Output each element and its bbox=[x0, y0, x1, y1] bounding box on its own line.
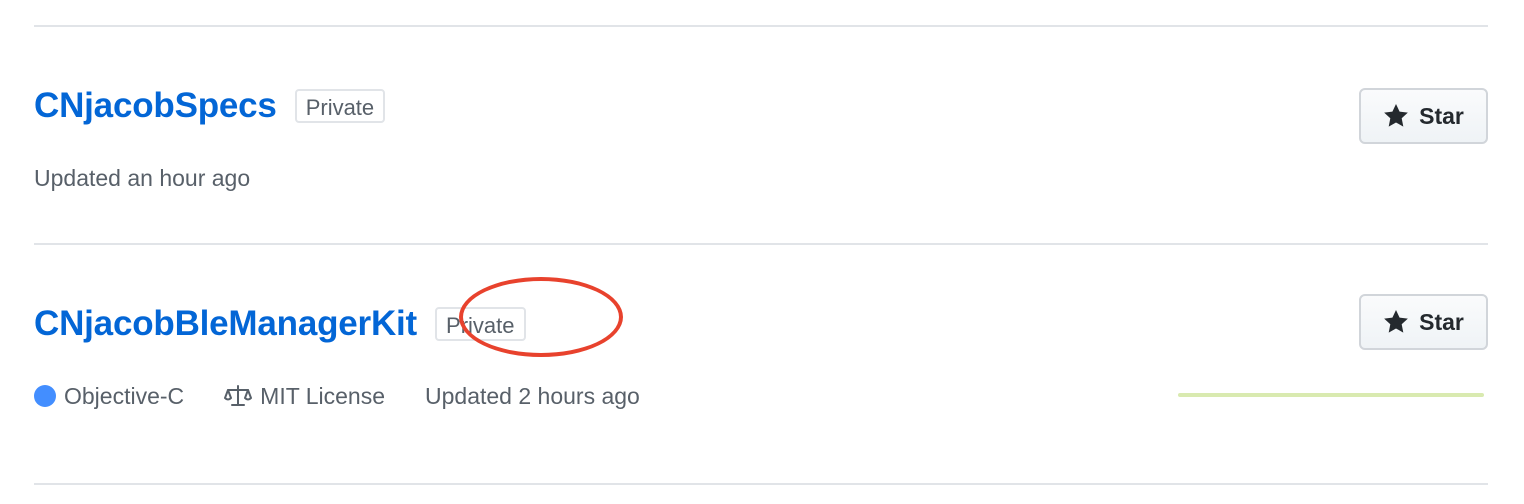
law-icon bbox=[224, 384, 253, 408]
repo-meta: Updated an hour ago bbox=[34, 163, 250, 193]
repo-name-link[interactable]: CNjacobBleManagerKit bbox=[34, 302, 417, 346]
divider-top bbox=[34, 25, 1488, 27]
divider-bottom bbox=[34, 483, 1488, 485]
license-name: MIT License bbox=[260, 383, 386, 409]
repo-meta: Objective-C MIT License Updated 2 hours … bbox=[34, 381, 640, 411]
license[interactable]: MIT License bbox=[224, 381, 385, 411]
updated-time: Updated 2 hours ago bbox=[425, 383, 640, 409]
annotation-circle bbox=[459, 277, 623, 357]
star-label: Star bbox=[1419, 102, 1464, 129]
repo-title-row: CNjacobSpecs Private bbox=[34, 84, 386, 128]
activity-sparkline bbox=[1178, 393, 1484, 397]
star-button[interactable]: Star bbox=[1359, 294, 1488, 350]
star-icon bbox=[1383, 103, 1409, 129]
language-name: Objective-C bbox=[64, 383, 185, 409]
language-color-dot bbox=[34, 385, 56, 407]
star-label: Star bbox=[1419, 308, 1464, 335]
repository-list: CNjacobSpecs Private Updated an hour ago… bbox=[0, 0, 1524, 504]
language: Objective-C bbox=[34, 381, 184, 411]
star-icon bbox=[1383, 309, 1409, 335]
divider-middle bbox=[34, 243, 1488, 245]
updated-time: Updated an hour ago bbox=[34, 165, 251, 191]
repo-name-link[interactable]: CNjacobSpecs bbox=[34, 84, 277, 128]
repo-title-row: CNjacobBleManagerKit Private bbox=[34, 302, 526, 346]
star-button[interactable]: Star bbox=[1359, 88, 1488, 144]
private-badge: Private bbox=[294, 89, 386, 123]
